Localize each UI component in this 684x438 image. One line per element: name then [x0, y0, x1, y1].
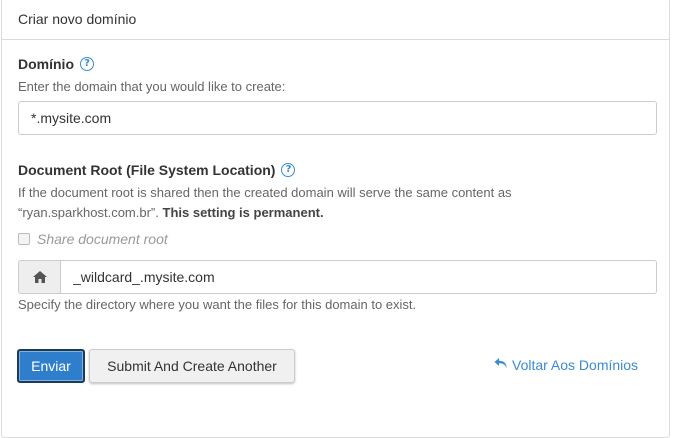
share-docroot-row[interactable]: Share document root — [18, 231, 168, 247]
docroot-input[interactable] — [60, 260, 657, 294]
docroot-description-prefix: “ryan.sparkhost.com.br”. — [18, 205, 159, 220]
docroot-label-row: Document Root (File System Location) ? — [18, 162, 296, 178]
docroot-description-line1: If the document root is shared then the … — [18, 185, 512, 200]
docroot-input-group — [18, 260, 657, 294]
panel-heading: Criar novo domínio — [2, 0, 669, 40]
back-to-domains-label[interactable]: Voltar Aos Domínios — [512, 357, 638, 373]
docroot-hint: Specify the directory where you want the… — [18, 297, 417, 312]
docroot-label: Document Root (File System Location) — [18, 162, 276, 178]
home-icon — [18, 260, 60, 294]
question-circle-icon[interactable]: ? — [281, 163, 296, 177]
undo-arrow-icon — [494, 357, 508, 373]
domain-input[interactable] — [18, 101, 657, 135]
share-docroot-checkbox[interactable] — [18, 233, 30, 245]
domain-label: Domínio — [18, 56, 74, 72]
domain-label-row: Domínio ? — [18, 56, 94, 72]
submit-button[interactable]: Enviar — [17, 349, 85, 383]
create-domain-panel: Criar novo domínio Domínio ? Enter the d… — [1, 0, 670, 438]
permanent-warning: This setting is permanent. — [162, 205, 324, 220]
share-docroot-label[interactable]: Share document root — [37, 231, 168, 247]
submit-and-create-another-button[interactable]: Submit And Create Another — [89, 349, 295, 383]
domain-description: Enter the domain that you would like to … — [18, 79, 286, 94]
question-circle-icon[interactable]: ? — [80, 57, 94, 71]
docroot-description: If the document root is shared then the … — [18, 183, 512, 223]
back-to-domains-link[interactable]: Voltar Aos Domínios — [494, 357, 638, 373]
